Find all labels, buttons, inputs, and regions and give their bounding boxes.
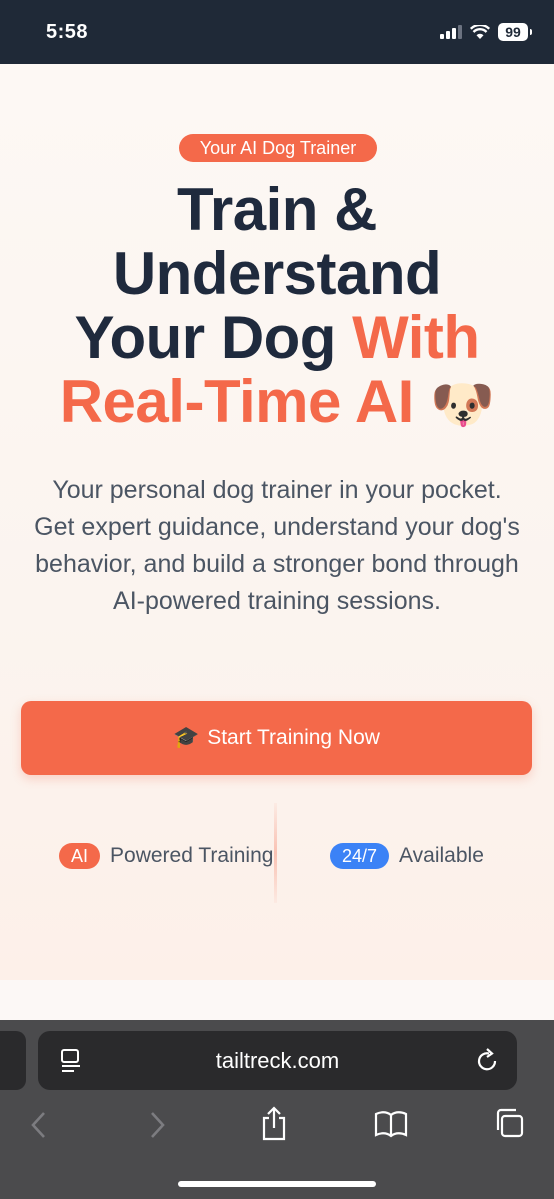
- share-icon[interactable]: [260, 1106, 288, 1142]
- back-icon[interactable]: [30, 1110, 48, 1140]
- address-bar[interactable]: tailtreck.com: [38, 1031, 517, 1090]
- headline-line-1: Train &: [177, 176, 377, 243]
- status-time: 5:58: [46, 20, 89, 43]
- headline-line-3: Your Dog: [74, 304, 336, 371]
- status-icons: 99: [440, 23, 532, 41]
- battery-indicator: 99: [498, 23, 532, 41]
- browser-toolbar: [0, 1104, 554, 1148]
- status-bar: 5:58 99: [0, 0, 554, 64]
- feature-ai-powered: AI Powered Training: [59, 843, 273, 869]
- feature-label-available: Available: [399, 844, 484, 867]
- page-footer-strip: [0, 980, 554, 1020]
- bookmarks-icon[interactable]: [374, 1110, 408, 1138]
- feature-availability: 24/7 Available: [330, 843, 484, 869]
- divider: [274, 803, 277, 903]
- hero-badge: Your AI Dog Trainer: [179, 134, 377, 162]
- feature-pill-247: 24/7: [330, 843, 390, 869]
- feature-label-ai: Powered Training: [110, 844, 274, 867]
- dog-face-icon: 🐶: [430, 376, 495, 434]
- previous-tab-preview[interactable]: [0, 1031, 26, 1090]
- url-text: tailtreck.com: [215, 1047, 340, 1073]
- wifi-icon: [470, 25, 490, 39]
- browser-bar: tailtreck.com: [0, 1020, 554, 1199]
- page-title: Train & Understand Your Dog With Real-Ti…: [10, 178, 544, 437]
- start-training-button[interactable]: 🎓 Start Training Now: [21, 701, 532, 775]
- headline-accent-with: With: [352, 304, 480, 371]
- headline-line-2: Understand: [112, 240, 442, 307]
- cta-label: Start Training Now: [207, 726, 380, 749]
- signal-icon: [440, 25, 462, 39]
- home-indicator: [178, 1181, 376, 1187]
- page-menu-icon[interactable]: [60, 1049, 82, 1073]
- reload-icon[interactable]: [475, 1047, 499, 1073]
- headline-accent-realtime: Real-Time AI: [59, 368, 415, 435]
- tabs-icon[interactable]: [494, 1108, 524, 1138]
- feature-pill-ai: AI: [59, 843, 101, 869]
- graduation-cap-icon: 🎓: [173, 726, 200, 749]
- forward-icon[interactable]: [148, 1110, 166, 1140]
- hero-subtitle: Your personal dog trainer in your pocket…: [34, 476, 520, 615]
